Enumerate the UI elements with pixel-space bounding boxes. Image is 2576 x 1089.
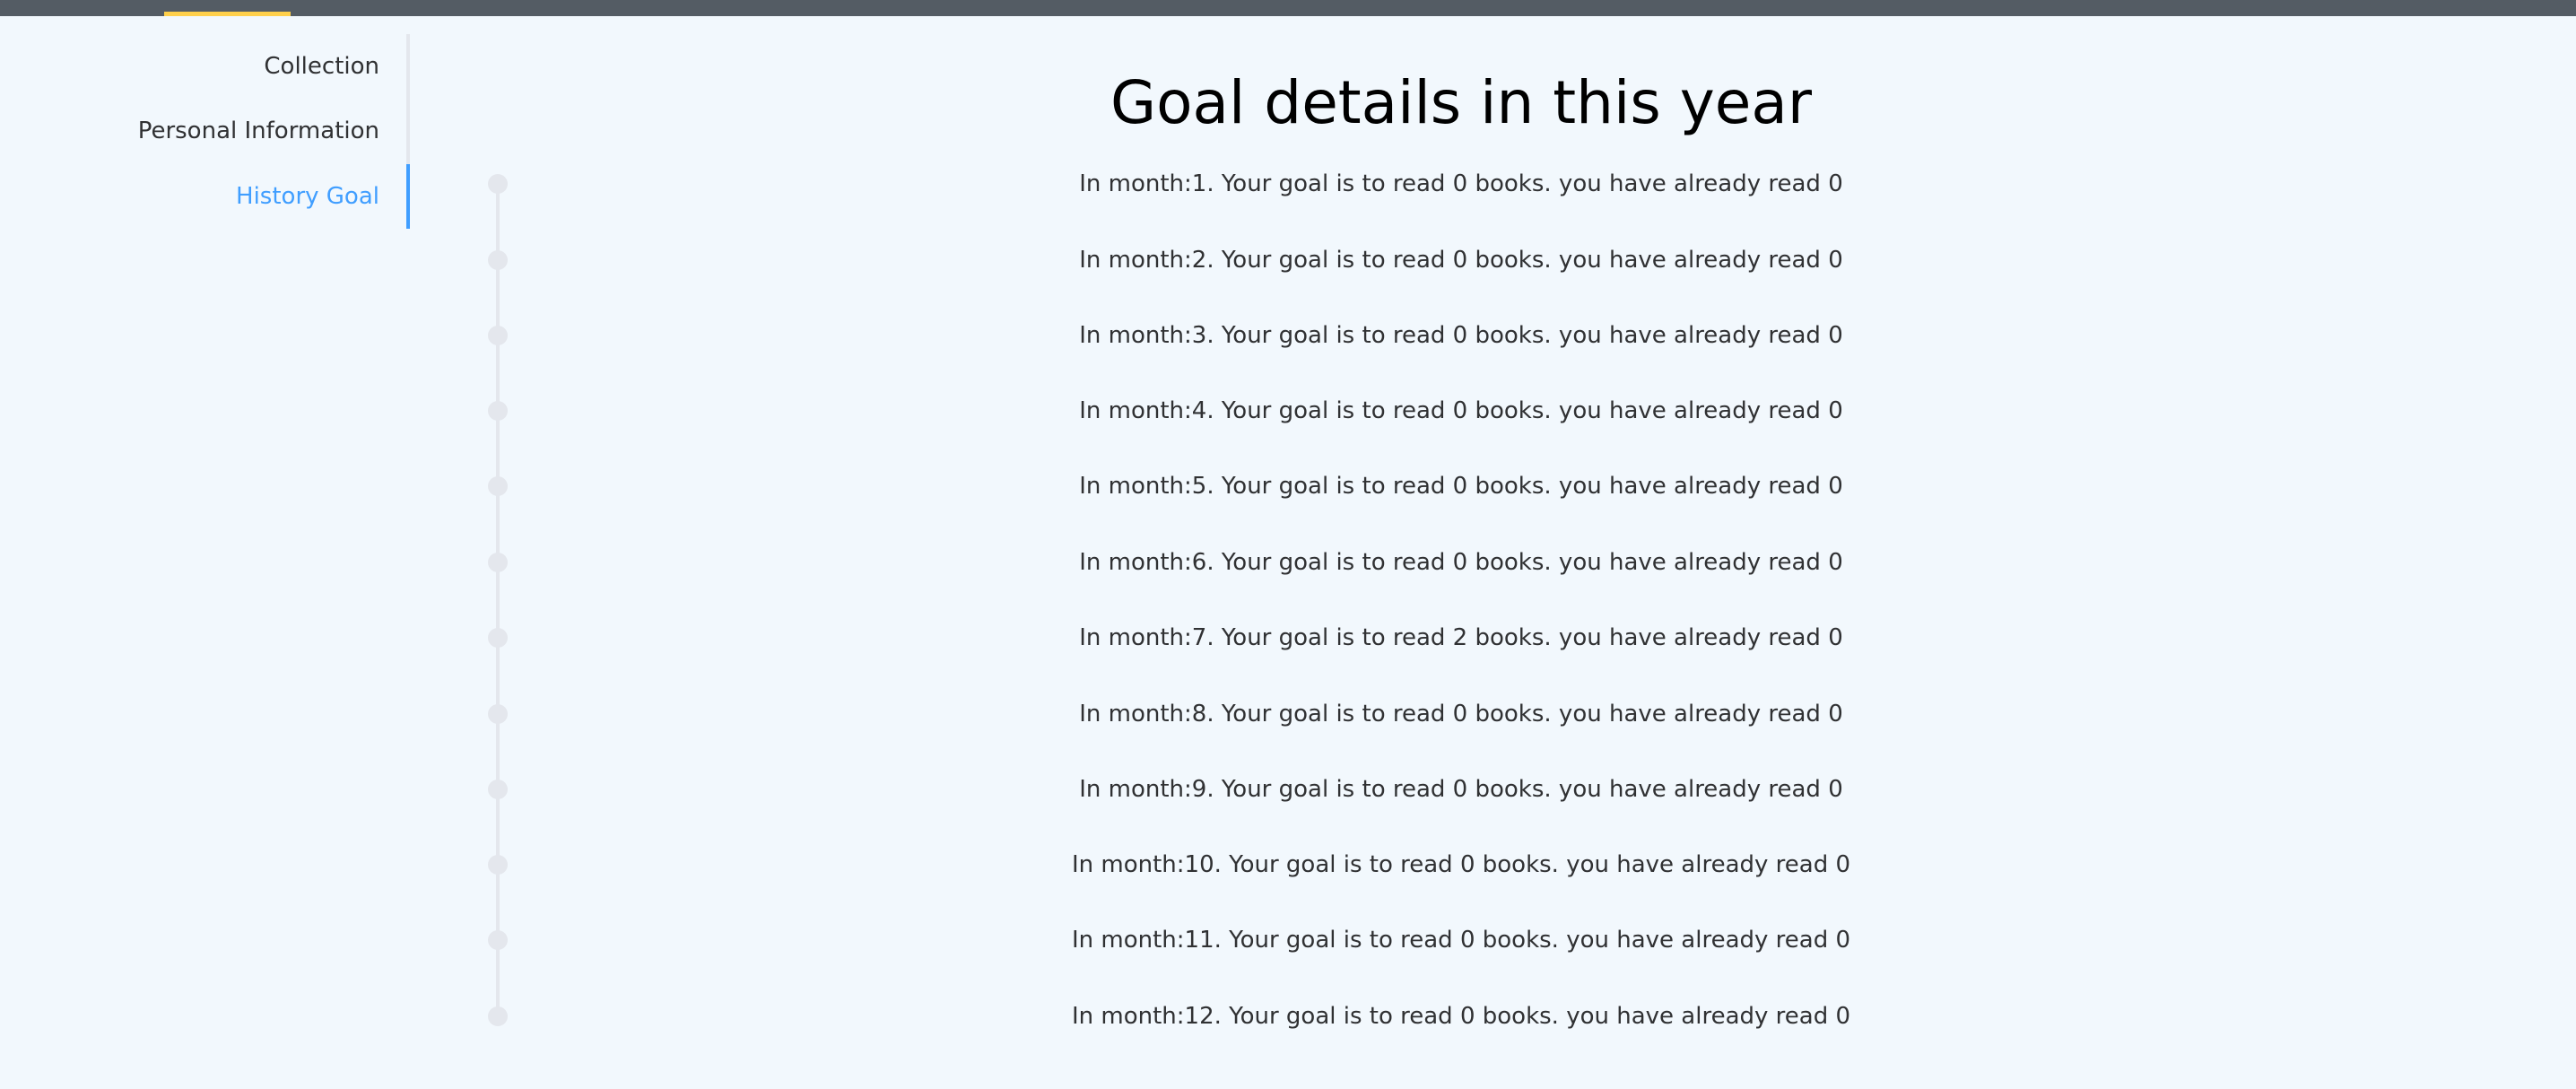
- timeline-item: In month:6. Your goal is to read 0 books…: [0, 544, 2576, 580]
- goal-text: In month:2. Your goal is to read 0 books…: [1079, 247, 1843, 274]
- timeline-dot: [488, 250, 508, 270]
- timeline-dot: [488, 174, 508, 194]
- goal-timeline: In month:1. Your goal is to read 0 books…: [0, 0, 2576, 1089]
- timeline-dot: [488, 628, 508, 648]
- timeline-dot: [488, 1006, 508, 1026]
- timeline-dot: [488, 855, 508, 875]
- goal-text: In month:6. Your goal is to read 0 books…: [1079, 549, 1843, 576]
- timeline-item: In month:8. Your goal is to read 0 books…: [0, 696, 2576, 732]
- timeline-dot: [488, 930, 508, 950]
- timeline-item: In month:4. Your goal is to read 0 books…: [0, 393, 2576, 429]
- timeline-item: In month:11. Your goal is to read 0 book…: [0, 922, 2576, 958]
- timeline-item: In month:1. Your goal is to read 0 books…: [0, 166, 2576, 202]
- timeline-item: In month:10. Your goal is to read 0 book…: [0, 847, 2576, 883]
- timeline-item: In month:7. Your goal is to read 2 books…: [0, 620, 2576, 656]
- timeline-dot: [488, 704, 508, 724]
- goal-text: In month:7. Your goal is to read 2 books…: [1079, 624, 1843, 651]
- timeline-dot: [488, 326, 508, 345]
- timeline-dot: [488, 401, 508, 421]
- goal-text: In month:11. Your goal is to read 0 book…: [1071, 927, 1851, 954]
- timeline-item: In month:5. Your goal is to read 0 books…: [0, 468, 2576, 504]
- timeline-item: In month:2. Your goal is to read 0 books…: [0, 242, 2576, 278]
- goal-text: In month:10. Your goal is to read 0 book…: [1071, 851, 1851, 878]
- goal-text: In month:5. Your goal is to read 0 books…: [1079, 473, 1843, 500]
- timeline-dot: [488, 780, 508, 799]
- goal-text: In month:3. Your goal is to read 0 books…: [1079, 322, 1843, 349]
- timeline-dot: [488, 476, 508, 496]
- goal-text: In month:8. Your goal is to read 0 books…: [1079, 701, 1843, 727]
- timeline-dot: [488, 553, 508, 572]
- goal-text: In month:12. Your goal is to read 0 book…: [1071, 1003, 1851, 1030]
- goal-text: In month:4. Your goal is to read 0 books…: [1079, 397, 1843, 424]
- goal-text: In month:1. Your goal is to read 0 books…: [1079, 170, 1843, 197]
- timeline-item: In month:12. Your goal is to read 0 book…: [0, 998, 2576, 1034]
- timeline-item: In month:9. Your goal is to read 0 books…: [0, 771, 2576, 807]
- timeline-line: [496, 184, 500, 1016]
- goal-text: In month:9. Your goal is to read 0 books…: [1079, 776, 1843, 803]
- timeline-item: In month:3. Your goal is to read 0 books…: [0, 318, 2576, 353]
